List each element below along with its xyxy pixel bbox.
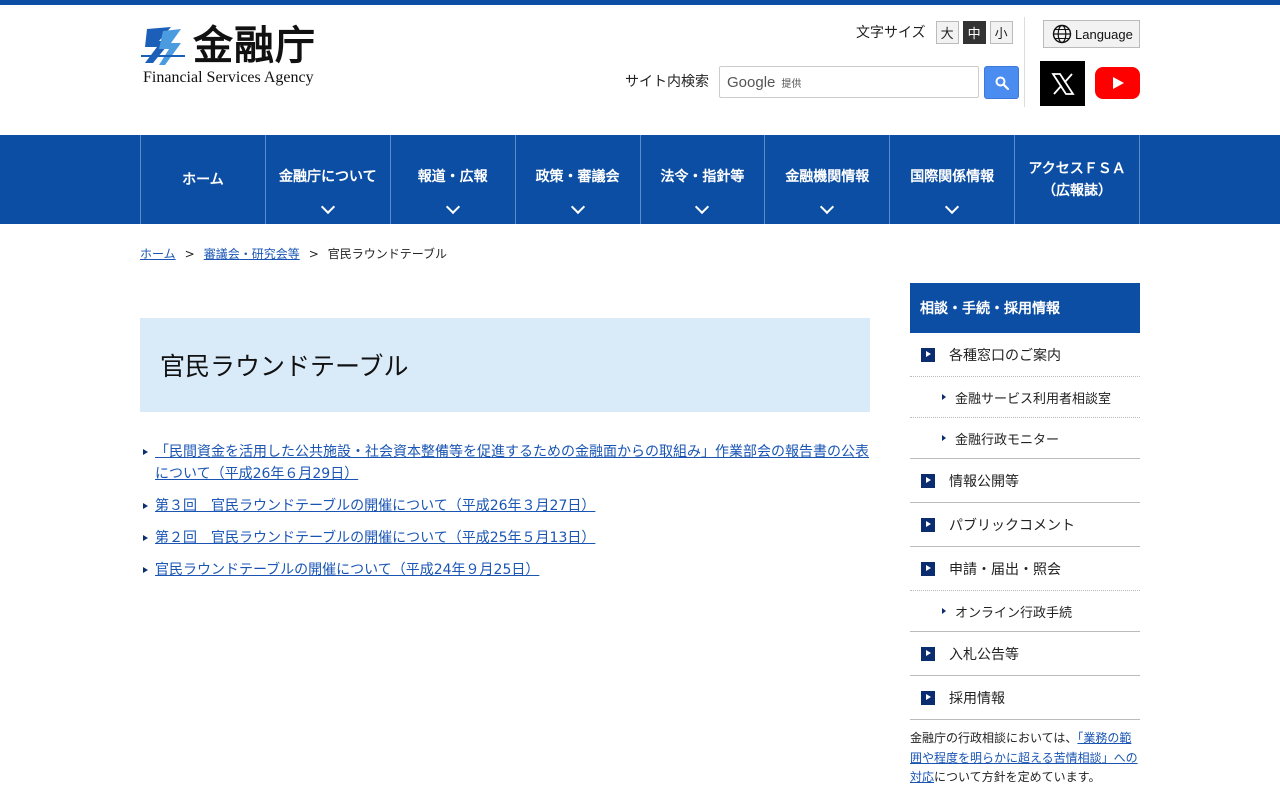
breadcrumb-separator: > <box>308 246 319 261</box>
arrow-square-icon <box>921 347 935 362</box>
content-link[interactable]: 官民ラウンドテーブルの開催について（平成24年９月25日） <box>155 562 539 578</box>
sidebar-note-suffix: について方針を定めています。 <box>934 770 1101 784</box>
x-logo-icon <box>1050 72 1075 95</box>
google-brand: Google <box>727 73 776 91</box>
top-accent-bar <box>0 0 1280 5</box>
youtube-icon <box>1112 77 1124 89</box>
list-item: 官民ラウンドテーブルの開催について（平成24年９月25日） <box>140 559 870 581</box>
globe-icon <box>1052 24 1072 44</box>
breadcrumb: ホーム > 審議会・研究会等 > 官民ラウンドテーブル <box>140 245 447 262</box>
arrow-square-icon <box>921 690 935 705</box>
sidebar-item-label: パブリックコメント <box>949 517 1075 534</box>
breadcrumb-parent[interactable]: 審議会・研究会等 <box>204 245 300 262</box>
nav-label: 金融機関情報 <box>785 168 870 185</box>
search-input[interactable] <box>801 68 978 96</box>
page-title-box: 官民ラウンドテーブル <box>140 318 870 412</box>
list-item: 第３回 官民ラウンドテーブルの開催について（平成26年３月27日） <box>140 495 870 517</box>
chevron-down-icon <box>695 199 710 215</box>
arrow-right-icon <box>942 394 946 400</box>
fsa-logo[interactable]: 金融庁 Financial Services Agency <box>141 23 336 90</box>
nav-about[interactable]: 金融庁について <box>266 135 391 224</box>
chevron-down-icon <box>320 199 335 215</box>
sidebar-item-label: 採用情報 <box>949 690 1005 707</box>
site-search-field[interactable]: Google 提供 <box>719 66 979 98</box>
font-size-label: 文字サイズ <box>856 25 926 41</box>
nav-label: ホーム <box>182 171 224 188</box>
google-brand-suffix: 提供 <box>781 78 802 90</box>
sidebar-item-applications[interactable]: 申請・届出・照会 <box>910 547 1140 591</box>
sidebar-item-label: 申請・届出・照会 <box>949 561 1061 578</box>
sidebar-subitem-online-procedures[interactable]: オンライン行政手続 <box>910 591 1140 632</box>
sidebar-subitem-admin-monitor[interactable]: 金融行政モニター <box>910 418 1140 459</box>
nav-access-fsa[interactable]: アクセスＦＳＡ （広報誌） <box>1015 135 1140 224</box>
nav-policy[interactable]: 政策・審議会 <box>516 135 641 224</box>
arrow-square-icon <box>921 517 935 532</box>
sidebar-item-public-comment[interactable]: パブリックコメント <box>910 503 1140 547</box>
x-link[interactable] <box>1040 61 1085 106</box>
content-link[interactable]: 第２回 官民ラウンドテーブルの開催について（平成25年５月13日） <box>155 530 595 546</box>
content-link[interactable]: 第３回 官民ラウンドテーブルの開催について（平成26年３月27日） <box>155 498 595 514</box>
sidebar: 相談・手続・採用情報 各種窓口のご案内 金融サービス利用者相談室 金融行政モニタ… <box>910 283 1140 788</box>
nav-international[interactable]: 国際関係情報 <box>890 135 1016 224</box>
language-button[interactable]: Language <box>1043 20 1140 48</box>
list-item: 「民間資金を活用した公共施設・社会資本整備等を促進するための金融面からの取組み」… <box>140 441 870 485</box>
sidebar-subitem-label: 金融行政モニター <box>955 432 1060 448</box>
logo-english: Financial Services Agency <box>143 69 314 86</box>
sidebar-item-recruitment[interactable]: 採用情報 <box>910 676 1140 720</box>
chevron-down-icon <box>945 199 960 215</box>
sidebar-heading: 相談・手続・採用情報 <box>910 283 1140 333</box>
sidebar-subitem-label: オンライン行政手続 <box>955 605 1073 621</box>
sidebar-item-contact-windows[interactable]: 各種窓口のご案内 <box>910 333 1140 377</box>
content-link-list: 「民間資金を活用した公共施設・社会資本整備等を促進するための金融面からの取組み」… <box>140 441 870 591</box>
font-size-small-button[interactable]: 小 <box>989 20 1013 44</box>
arrow-square-icon <box>921 473 935 488</box>
sidebar-item-label: 各種窓口のご案内 <box>949 347 1061 364</box>
nav-label: 金融庁について <box>279 168 377 185</box>
font-size-large-button[interactable]: 大 <box>935 20 959 44</box>
nav-label: アクセスＦＳＡ <box>1028 160 1126 177</box>
nav-label: 報道・広報 <box>417 168 488 185</box>
site-search-label: サイト内検索 <box>625 74 709 90</box>
font-size-medium-button[interactable]: 中 <box>962 20 986 44</box>
sidebar-subitem-consultation-office[interactable]: 金融サービス利用者相談室 <box>910 377 1140 418</box>
global-nav: ホーム 金融庁について 報道・広報 政策・審議会 法令・指針等 金融機関情報 国… <box>0 135 1280 224</box>
youtube-link[interactable] <box>1095 67 1140 99</box>
breadcrumb-separator: > <box>184 246 195 261</box>
nav-label-sub: （広報誌） <box>1042 182 1113 199</box>
sidebar-item-label: 入札公告等 <box>949 646 1019 663</box>
arrow-square-icon <box>921 561 935 576</box>
breadcrumb-home[interactable]: ホーム <box>140 245 176 262</box>
nav-press[interactable]: 報道・広報 <box>391 135 516 224</box>
breadcrumb-current: 官民ラウンドテーブル <box>327 247 448 261</box>
sidebar-item-bidding[interactable]: 入札公告等 <box>910 632 1140 676</box>
sidebar-note: 金融庁の行政相談においては、「業務の範囲や程度を明らかに超える苦情相談」への対応… <box>910 729 1140 788</box>
language-label: Language <box>1075 26 1133 42</box>
sidebar-item-disclosure[interactable]: 情報公開等 <box>910 459 1140 503</box>
nav-laws[interactable]: 法令・指針等 <box>641 135 766 224</box>
nav-home[interactable]: ホーム <box>141 135 266 224</box>
font-size-switcher: 文字サイズ 大 中 小 <box>856 20 1013 44</box>
list-item: 第２回 官民ラウンドテーブルの開催について（平成25年５月13日） <box>140 527 870 549</box>
nav-institutions[interactable]: 金融機関情報 <box>765 135 891 224</box>
logo-kanji: 金融庁 <box>193 23 316 69</box>
nav-label: 法令・指針等 <box>660 168 745 185</box>
nav-label: 国際関係情報 <box>910 168 995 185</box>
chevron-down-icon <box>570 199 585 215</box>
arrow-right-icon <box>942 435 946 441</box>
sidebar-note-prefix: 金融庁の行政相談においては、 <box>910 731 1078 745</box>
search-button[interactable] <box>984 66 1019 99</box>
chevron-down-icon <box>445 199 460 215</box>
sidebar-subitem-label: 金融サービス利用者相談室 <box>955 391 1112 407</box>
header-divider <box>1024 17 1025 107</box>
content-link[interactable]: 「民間資金を活用した公共施設・社会資本整備等を促進するための金融面からの取組み」… <box>155 444 869 482</box>
arrow-right-icon <box>942 608 946 614</box>
arrow-square-icon <box>921 646 935 661</box>
sidebar-item-label: 情報公開等 <box>949 473 1019 490</box>
search-icon <box>995 76 1009 90</box>
nav-label: 政策・審議会 <box>535 168 620 185</box>
page-title: 官民ラウンドテーブル <box>160 352 409 381</box>
chevron-down-icon <box>820 199 835 215</box>
fsa-emblem-icon <box>141 27 185 65</box>
